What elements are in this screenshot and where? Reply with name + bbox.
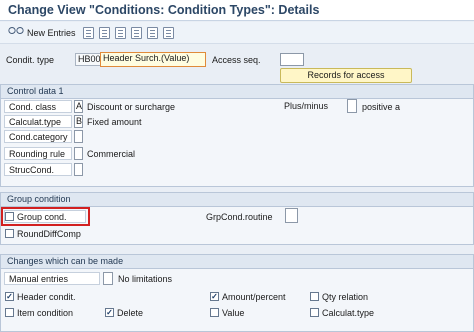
access-seq-field[interactable] [280, 53, 304, 66]
delete-icon[interactable] [115, 27, 126, 39]
group-condition-title: Group condition [1, 193, 473, 207]
cond-class-label: Cond. class [4, 100, 72, 113]
plus-minus-field[interactable] [347, 99, 357, 113]
cond-category-field[interactable] [74, 130, 83, 143]
qty-relation-checkbox[interactable] [310, 292, 319, 301]
highlight-box [1, 207, 90, 226]
calculat-type-text: Fixed amount [87, 117, 142, 127]
cond-class-field[interactable]: A [74, 100, 83, 113]
new-entries-button[interactable]: New Entries [27, 27, 76, 39]
condit-type-field: HB00 [75, 53, 101, 66]
calculat-type-change-label: Calculat.type [322, 308, 375, 318]
header-condit-label: Header condit. [17, 292, 76, 302]
grp-cond-routine-field[interactable] [285, 208, 298, 223]
rounding-rule-field[interactable] [74, 147, 83, 160]
calculat-type-field[interactable]: B [74, 115, 83, 128]
round-diff-checkbox[interactable] [5, 229, 14, 238]
delete-checkbox[interactable]: ✓ [105, 308, 114, 317]
delete-label: Delete [117, 308, 144, 318]
cond-category-label: Cond.category [4, 130, 72, 143]
amount-percent-checkbox[interactable]: ✓ [210, 292, 219, 301]
copy-icon[interactable] [83, 27, 94, 39]
toolbar: ⭘⭘ New Entries [0, 22, 474, 44]
item-condition-label: Item condition [17, 308, 74, 318]
access-seq-label: Access seq. [212, 55, 261, 65]
calculat-type-checkbox[interactable] [310, 308, 319, 317]
control-data-title: Control data 1 [1, 85, 473, 99]
page-title: Change View "Conditions: Condition Types… [8, 3, 320, 17]
plus-minus-label: Plus/minus [284, 101, 329, 111]
rounding-rule-text: Commercial [87, 149, 136, 159]
value-checkbox[interactable] [210, 308, 219, 317]
manual-entries-text: No limitations [118, 274, 173, 284]
grp-cond-routine-label: GrpCond.routine [206, 212, 273, 222]
document-icon[interactable] [99, 27, 110, 39]
header-condit-checkbox[interactable]: ✓ [5, 292, 14, 301]
cond-class-text: Discount or surcharge [87, 102, 176, 112]
condit-type-label: Condit. type [6, 55, 55, 65]
value-label: Value [222, 308, 245, 318]
round-diff-label: RoundDiffComp [17, 229, 81, 239]
calculat-type-label: Calculat.type [4, 115, 72, 128]
rounding-rule-label: Rounding rule [4, 147, 72, 160]
amount-percent-label: Amount/percent [222, 292, 286, 302]
previous-entry-icon[interactable] [131, 27, 142, 39]
manual-entries-label: Manual entries [4, 272, 100, 285]
next-entry-icon[interactable] [147, 27, 158, 39]
struc-cond-label: StrucCond. [4, 163, 72, 176]
transport-icon[interactable] [163, 27, 174, 39]
condit-type-description-field[interactable]: Header Surch.(Value) [100, 52, 206, 67]
manual-entries-field[interactable] [103, 272, 113, 285]
qty-relation-label: Qty relation [322, 292, 369, 302]
changes-title: Changes which can be made [1, 255, 473, 269]
struc-cond-field[interactable] [74, 163, 83, 176]
plus-minus-text: positive a [362, 102, 401, 112]
title-bar: Change View "Conditions: Condition Types… [0, 0, 474, 21]
glasses-icon[interactable]: ⭘⭘ [8, 26, 24, 37]
item-condition-checkbox[interactable] [5, 308, 14, 317]
records-for-access-button[interactable]: Records for access [280, 68, 412, 83]
